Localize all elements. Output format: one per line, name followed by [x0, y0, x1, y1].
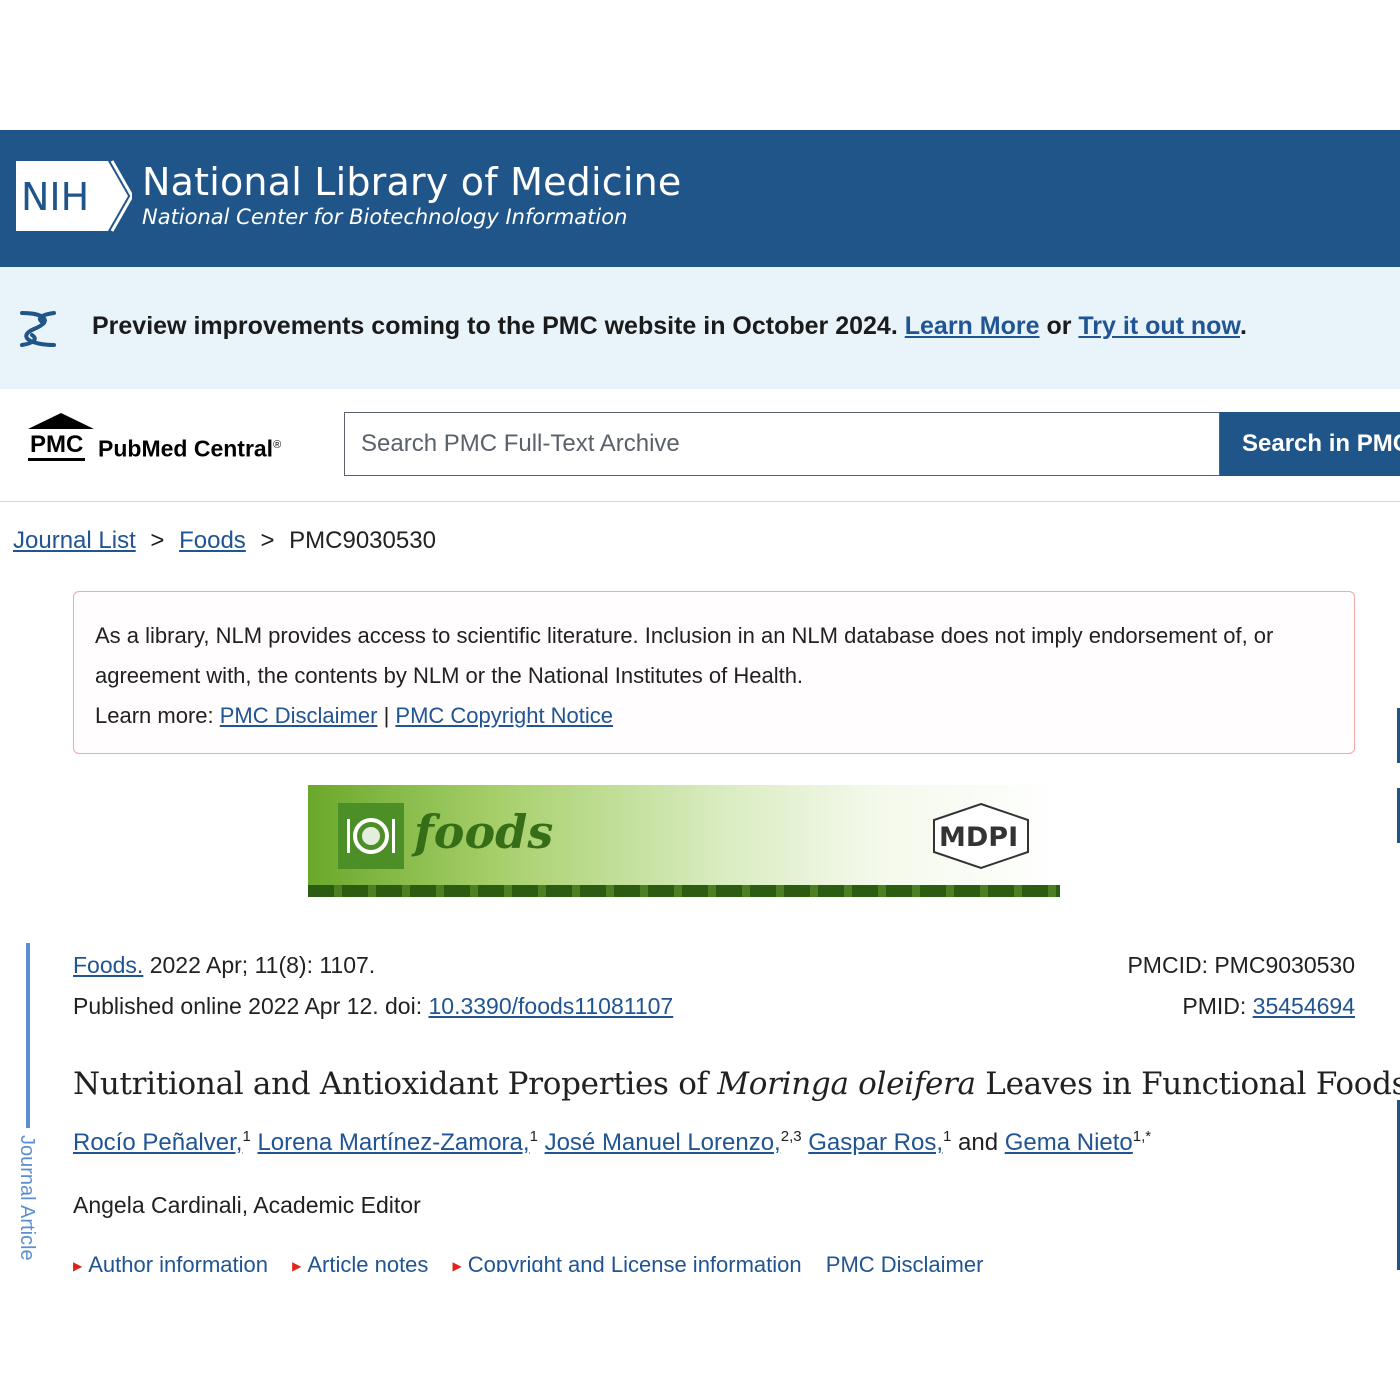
plate-cutlery-icon: [338, 803, 404, 869]
pmid-link[interactable]: 35454694: [1253, 993, 1355, 1019]
journal-name: foods: [414, 805, 554, 859]
citation-block: Foods. 2022 Apr; 11(8): 1107. Published …: [73, 945, 673, 1027]
pmc-logo-name: PubMed Central®: [98, 435, 282, 462]
pmc-logo[interactable]: PMC PubMed Central®: [12, 411, 312, 467]
try-it-out-link[interactable]: Try it out now: [1078, 312, 1240, 340]
dna-helix-icon: [20, 311, 56, 347]
svg-text:MDPI: MDPI: [939, 822, 1018, 853]
triangle-right-icon: ▶: [73, 1259, 83, 1272]
search-button[interactable]: Search in PMC: [1220, 412, 1400, 476]
learn-more-link[interactable]: Learn More: [905, 312, 1040, 340]
svg-text:NIH: NIH: [21, 175, 89, 219]
breadcrumb: Journal List > Foods > PMC9030530: [13, 527, 436, 555]
nih-subtitle: National Center for Biotechnology Inform…: [142, 205, 628, 229]
article-ids: PMCID: PMC9030530 PMID: 35454694: [1127, 945, 1355, 1027]
issue-info: 2022 Apr; 11(8): 1107.: [149, 952, 376, 978]
breadcrumb-separator: >: [260, 527, 275, 554]
nih-title: National Library of Medicine: [142, 160, 682, 204]
nih-logo[interactable]: NIH: [12, 157, 132, 235]
article-type-rail: [26, 943, 30, 1128]
preview-banner: Preview improvements coming to the PMC w…: [0, 267, 1400, 389]
pmc-disclaimer-link[interactable]: PMC Disclaimer: [220, 703, 378, 728]
author-link[interactable]: Gaspar Ros,: [808, 1129, 943, 1156]
article-type-label: Journal Article: [16, 1135, 38, 1261]
author-list: Rocío Peñalver,1 Lorena Martínez-Zamora,…: [73, 1128, 1152, 1156]
author-link[interactable]: Lorena Martínez-Zamora,: [257, 1129, 529, 1156]
nih-header: NIH National Library of Medicine Nationa…: [0, 130, 1400, 267]
copyright-license-toggle[interactable]: ▶ Copyright and License information: [453, 1252, 802, 1272]
pmcid: PMCID: PMC9030530: [1127, 952, 1355, 978]
pmc-logo-mark: PMC: [28, 432, 86, 461]
preview-message: Preview improvements coming to the PMC w…: [92, 312, 1247, 340]
pmc-copyright-link[interactable]: PMC Copyright Notice: [395, 703, 613, 728]
academic-editor: Angela Cardinali, Academic Editor: [73, 1192, 421, 1218]
breadcrumb-separator: >: [150, 527, 165, 554]
journal-banner[interactable]: foods MDPI: [308, 785, 1060, 897]
published-date: Published online 2022 Apr 12. doi:: [73, 993, 423, 1019]
article-title: Nutritional and Antioxidant Properties o…: [73, 1066, 1400, 1102]
doi-link[interactable]: 10.3390/foods11081107: [429, 993, 674, 1019]
article-meta-links: ▶ Author information ▶ Article notes ▶ Copy…: [73, 1252, 1001, 1272]
author-link[interactable]: Rocío Peñalver,: [73, 1129, 242, 1156]
triangle-right-icon: ▶: [292, 1259, 302, 1272]
disclaimer-links: Learn more: PMC Disclaimer | PMC Copyrig…: [95, 703, 614, 728]
triangle-right-icon: ▶: [452, 1259, 462, 1272]
pmc-disclaimer-meta-link[interactable]: PMC Disclaimer: [826, 1252, 984, 1272]
article-notes-toggle[interactable]: ▶ Article notes: [292, 1252, 428, 1272]
pmc-roof-icon: [28, 413, 94, 429]
banner-stripe: [308, 885, 1060, 897]
journal-link[interactable]: Foods.: [73, 952, 143, 978]
nlm-disclaimer-box: As a library, NLM provides access to sci…: [73, 591, 1355, 754]
author-information-toggle[interactable]: ▶ Author information: [73, 1252, 268, 1272]
breadcrumb-journal-list[interactable]: Journal List: [13, 527, 136, 554]
author-link[interactable]: Gema Nieto: [1005, 1129, 1133, 1156]
author-link[interactable]: José Manuel Lorenzo,: [545, 1129, 781, 1156]
breadcrumb-foods[interactable]: Foods: [179, 527, 246, 554]
breadcrumb-current: PMC9030530: [289, 527, 436, 554]
disclaimer-text: As a library, NLM provides access to sci…: [95, 623, 1274, 688]
pmid: PMID: 35454694: [1182, 993, 1355, 1019]
mdpi-logo: MDPI: [933, 802, 1029, 870]
search-input[interactable]: [344, 412, 1220, 476]
pmc-search-bar: PMC PubMed Central® Search in PMC: [0, 389, 1400, 502]
